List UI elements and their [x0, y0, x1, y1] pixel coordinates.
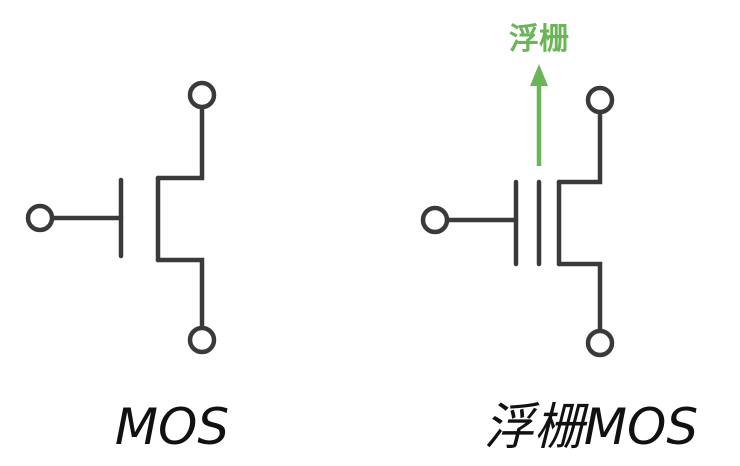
- fg-source-wire: [556, 261, 603, 333]
- fg-mos-symbol: [420, 85, 615, 358]
- fg-drain-terminal: [585, 85, 615, 115]
- fg-source-terminal: [585, 328, 615, 358]
- fg-gate-terminal: [420, 205, 450, 235]
- floating-gate-label: 浮栅: [509, 22, 569, 57]
- floating-gate-arrow: [530, 64, 548, 166]
- mos-drain-terminal: [187, 80, 217, 110]
- mos-source-terminal: [187, 325, 217, 355]
- mos-gate-terminal: [25, 203, 55, 233]
- fg-drain-wire: [556, 110, 603, 185]
- fg-mos-caption: 浮栅MOS: [484, 398, 698, 456]
- mos-symbol: [25, 80, 217, 355]
- arrow-up-icon: [530, 64, 548, 86]
- mos-drain-wire: [155, 105, 205, 181]
- transistor-comparison-diagram: 浮栅 MOS 浮栅MOS: [25, 22, 698, 456]
- mos-source-wire: [155, 257, 205, 330]
- mos-caption: MOS: [115, 398, 229, 456]
